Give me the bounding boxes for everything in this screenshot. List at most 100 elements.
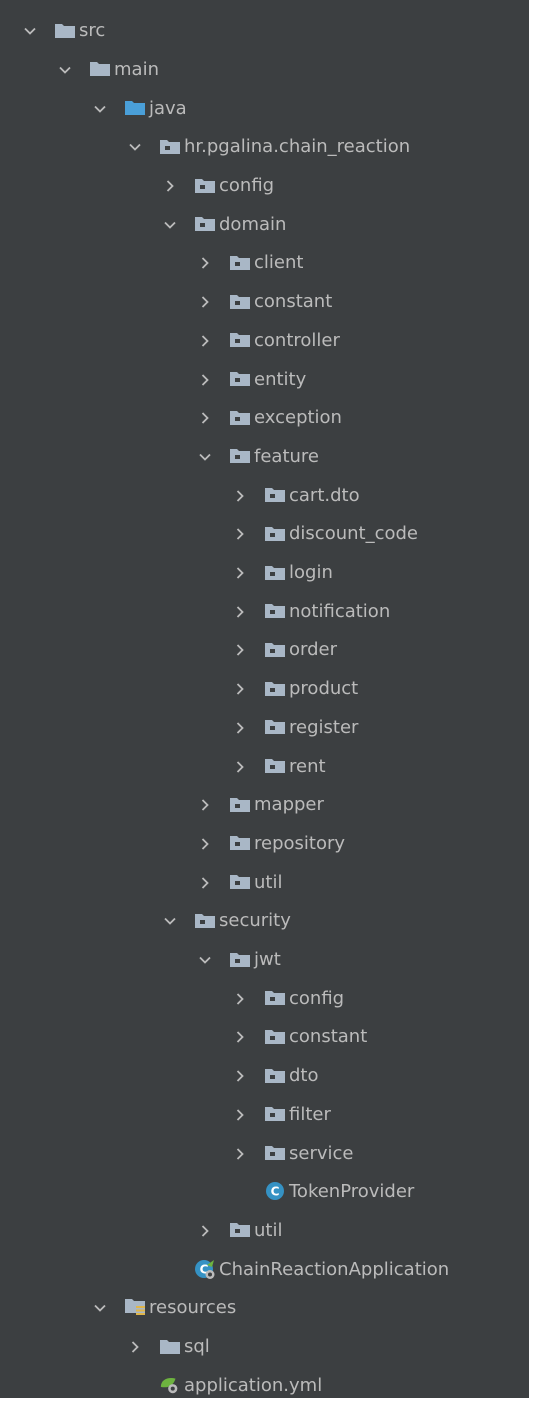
chevron-right-icon[interactable] bbox=[195, 408, 215, 428]
chevron-down-icon[interactable] bbox=[55, 60, 75, 80]
tree-node-discount-code[interactable]: discount_code bbox=[0, 515, 529, 554]
folder-icon bbox=[54, 21, 76, 39]
chevron-right-icon[interactable] bbox=[195, 1221, 215, 1241]
chevron-right-icon[interactable] bbox=[160, 176, 180, 196]
tree-node-controller[interactable]: controller bbox=[0, 322, 529, 361]
tree-node-label: exception bbox=[254, 407, 342, 429]
package-icon bbox=[264, 1066, 286, 1084]
tree-node-chainreactionapplication[interactable]: C ChainReactionApplication bbox=[0, 1251, 529, 1290]
tree-node-repository[interactable]: repository bbox=[0, 825, 529, 864]
tree-node-mapper[interactable]: mapper bbox=[0, 786, 529, 825]
tree-node-login[interactable]: login bbox=[0, 554, 529, 593]
tree-node-service[interactable]: service bbox=[0, 1135, 529, 1174]
package-icon bbox=[264, 524, 286, 542]
chevron-right-icon[interactable] bbox=[195, 370, 215, 390]
chevron-right-icon[interactable] bbox=[195, 834, 215, 854]
tree-node-order[interactable]: order bbox=[0, 631, 529, 670]
tree-node-cart-dto[interactable]: cart.dto bbox=[0, 477, 529, 516]
chevron-right-icon[interactable] bbox=[230, 640, 250, 660]
tree-node-resources[interactable]: resources bbox=[0, 1289, 529, 1328]
tree-node-filter[interactable]: filter bbox=[0, 1096, 529, 1135]
tree-node-label: entity bbox=[254, 368, 307, 390]
package-icon bbox=[229, 1221, 251, 1239]
tree-node-config[interactable]: config bbox=[0, 980, 529, 1019]
tree-node-constant[interactable]: constant bbox=[0, 1018, 529, 1057]
tree-node-security[interactable]: security bbox=[0, 902, 529, 941]
tree-node-rent[interactable]: rent bbox=[0, 748, 529, 787]
chevron-right-icon[interactable] bbox=[230, 1105, 250, 1125]
package-icon bbox=[229, 950, 251, 968]
tree-node-client[interactable]: client bbox=[0, 244, 529, 283]
tree-node-product[interactable]: product bbox=[0, 670, 529, 709]
tree-node-config[interactable]: config bbox=[0, 167, 529, 206]
tree-node-src[interactable]: src bbox=[0, 12, 529, 51]
tree-node-java[interactable]: java bbox=[0, 90, 529, 129]
tree-node-sql[interactable]: sql bbox=[0, 1328, 529, 1367]
chevron-right-icon[interactable] bbox=[195, 873, 215, 893]
class-icon: C bbox=[264, 1182, 286, 1201]
chevron-down-icon[interactable] bbox=[90, 99, 110, 119]
chevron-right-icon[interactable] bbox=[195, 292, 215, 312]
chevron-right-icon[interactable] bbox=[230, 1144, 250, 1164]
tree-node-util[interactable]: util bbox=[0, 1212, 529, 1251]
chevron-down-icon[interactable] bbox=[90, 1298, 110, 1318]
package-icon bbox=[264, 757, 286, 775]
chevron-right-icon[interactable] bbox=[230, 679, 250, 699]
tree-node-label: security bbox=[219, 910, 291, 932]
chevron-down-icon[interactable] bbox=[195, 447, 215, 467]
tree-node-register[interactable]: register bbox=[0, 709, 529, 748]
chevron-down-icon[interactable] bbox=[125, 137, 145, 157]
tree-node-dto[interactable]: dto bbox=[0, 1057, 529, 1096]
chevron-down-icon[interactable] bbox=[160, 911, 180, 931]
tree-node-label: sql bbox=[184, 1336, 210, 1357]
tree-node-hr-pgalina-chain-reaction[interactable]: hr.pgalina.chain_reaction bbox=[0, 128, 529, 167]
tree-node-application-yml[interactable]: application.yml bbox=[0, 1367, 529, 1405]
tree-node-label: util bbox=[254, 871, 283, 893]
package-icon bbox=[229, 253, 251, 271]
chevron-right-icon[interactable] bbox=[230, 989, 250, 1009]
chevron-right-icon[interactable] bbox=[230, 602, 250, 622]
tree-node-jwt[interactable]: jwt bbox=[0, 941, 529, 980]
package-icon bbox=[194, 911, 216, 929]
chevron-right-icon[interactable] bbox=[195, 253, 215, 273]
tree-node-domain[interactable]: domain bbox=[0, 206, 529, 245]
resources-folder-icon bbox=[124, 1298, 146, 1316]
tree-node-label: feature bbox=[254, 445, 319, 467]
tree-node-feature[interactable]: feature bbox=[0, 438, 529, 477]
tree-node-main[interactable]: main bbox=[0, 51, 529, 90]
chevron-down-icon[interactable] bbox=[195, 950, 215, 970]
tree-node-entity[interactable]: entity bbox=[0, 361, 529, 400]
chevron-right-icon[interactable] bbox=[230, 563, 250, 583]
chevron-down-icon[interactable] bbox=[20, 21, 40, 41]
package-icon bbox=[229, 447, 251, 465]
chevron-right-icon[interactable] bbox=[230, 757, 250, 777]
chevron-right-icon[interactable] bbox=[230, 718, 250, 738]
package-icon bbox=[194, 176, 216, 194]
package-icon bbox=[229, 408, 251, 426]
package-icon bbox=[159, 137, 181, 155]
tree-node-label: controller bbox=[254, 329, 340, 351]
tree-node-label: domain bbox=[219, 213, 287, 235]
chevron-right-icon[interactable] bbox=[195, 331, 215, 351]
chevron-right-icon[interactable] bbox=[230, 486, 250, 506]
tree-node-label: login bbox=[289, 562, 333, 583]
chevron-down-icon[interactable] bbox=[160, 215, 180, 235]
tree-node-label: util bbox=[254, 1219, 283, 1241]
tree-node-label: client bbox=[254, 252, 304, 274]
tree-node-constant[interactable]: constant bbox=[0, 283, 529, 322]
tree-node-label: config bbox=[219, 175, 275, 196]
tree-node-label: resources bbox=[149, 1297, 237, 1319]
tree-node-exception[interactable]: exception bbox=[0, 399, 529, 438]
tree-node-util[interactable]: util bbox=[0, 864, 529, 903]
tree-node-notification[interactable]: notification bbox=[0, 593, 529, 632]
package-icon bbox=[264, 486, 286, 504]
tree-node-label: main bbox=[114, 58, 159, 80]
chevron-right-icon[interactable] bbox=[230, 524, 250, 544]
chevron-right-icon[interactable] bbox=[230, 1066, 250, 1086]
tree-node-tokenprovider[interactable]: C TokenProvider bbox=[0, 1173, 529, 1212]
chevron-right-icon[interactable] bbox=[125, 1337, 145, 1357]
chevron-right-icon[interactable] bbox=[195, 795, 215, 815]
spring-config-file-icon bbox=[159, 1376, 181, 1394]
chevron-right-icon[interactable] bbox=[230, 1027, 250, 1047]
package-icon bbox=[229, 795, 251, 813]
